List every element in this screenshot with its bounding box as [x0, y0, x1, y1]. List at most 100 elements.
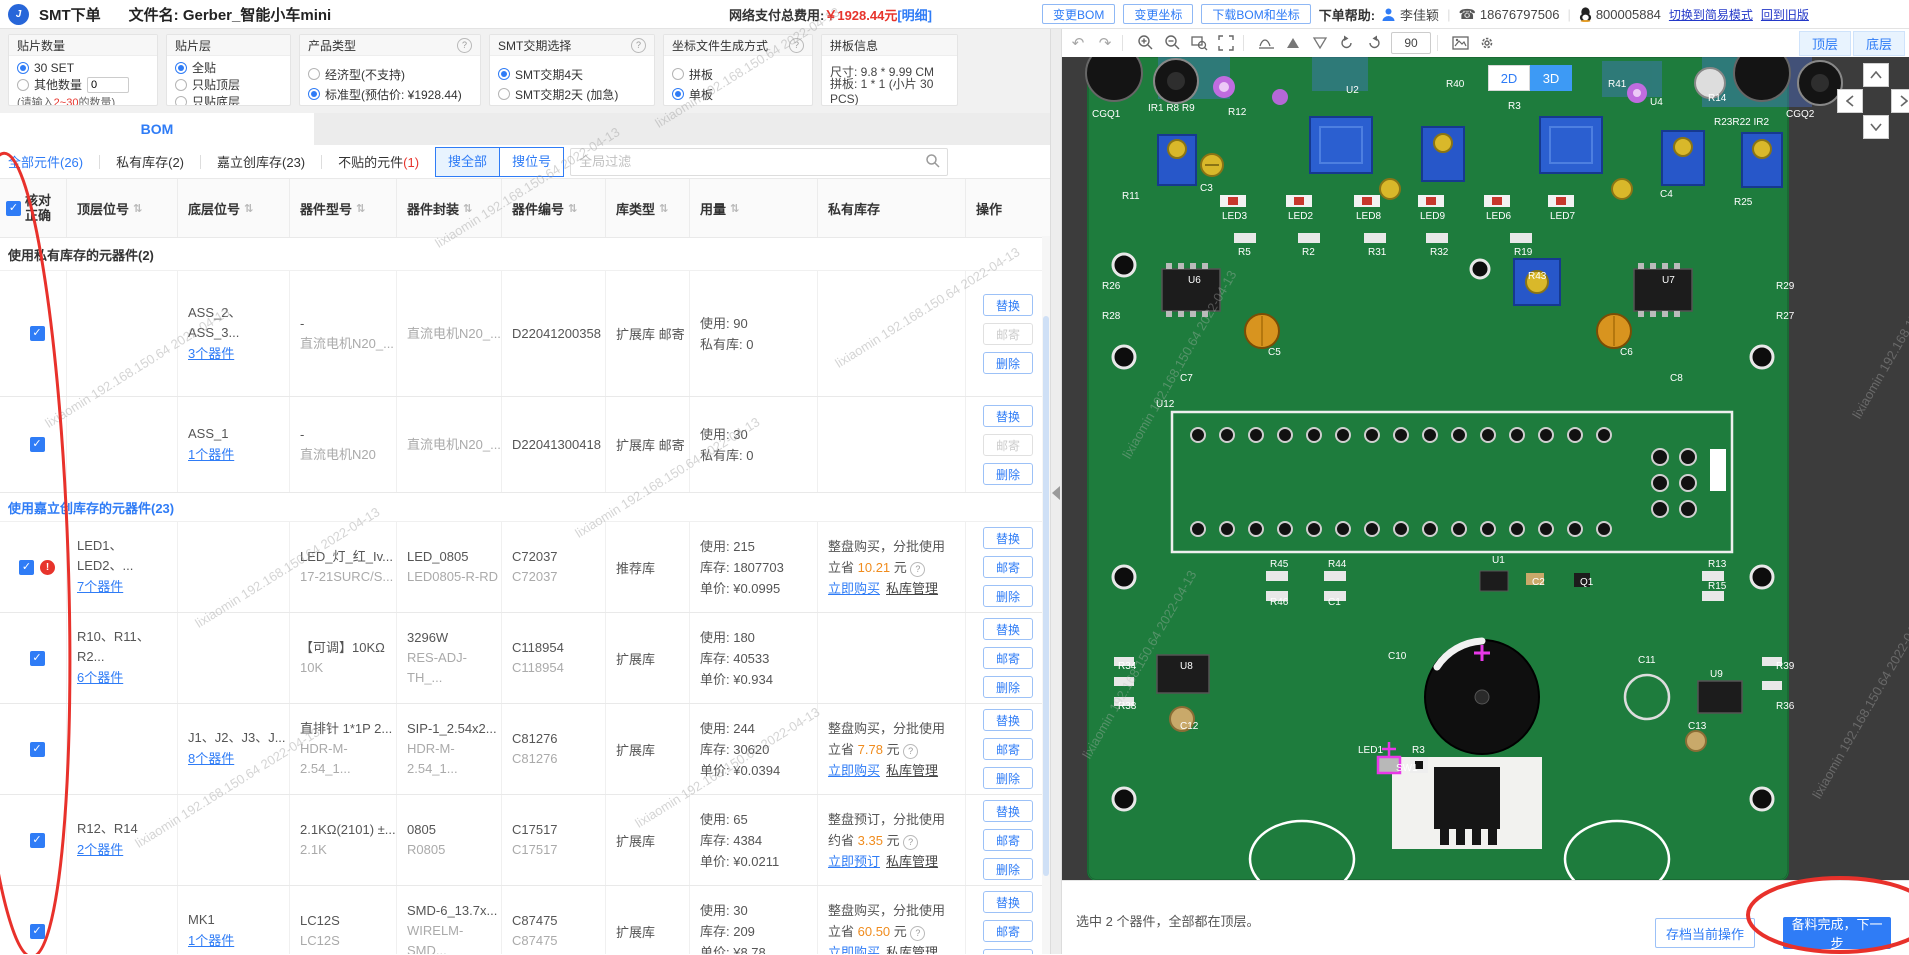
zoom-window-icon[interactable]: [1188, 32, 1210, 54]
mail-button[interactable]: 邮寄: [983, 434, 1033, 456]
layer-bottom-option[interactable]: 只贴底层: [175, 93, 282, 106]
buy-now-link[interactable]: 立即购买: [828, 581, 880, 596]
radio-on-icon[interactable]: [498, 68, 510, 80]
row-checkbox[interactable]: ✓: [30, 742, 45, 757]
redo-icon[interactable]: ↷: [1094, 32, 1116, 54]
collapse-panel-handle[interactable]: [1052, 486, 1060, 500]
radio-on-icon[interactable]: [672, 88, 684, 100]
mail-button[interactable]: 邮寄: [983, 323, 1033, 345]
delete-button[interactable]: 删除: [983, 352, 1033, 374]
part-count-link[interactable]: 1个器件: [188, 930, 289, 952]
lead-2day-option[interactable]: SMT交期2天 (加急): [498, 84, 646, 104]
help-icon[interactable]: ?: [789, 38, 804, 53]
replace-button[interactable]: 替换: [983, 405, 1033, 427]
pan-up-button[interactable]: [1863, 63, 1889, 87]
row-checkbox[interactable]: ✓: [30, 326, 45, 341]
radio-on-icon[interactable]: [175, 62, 187, 74]
mail-button[interactable]: 邮寄: [983, 647, 1033, 669]
search-refdes-button[interactable]: 搜位号: [500, 147, 564, 177]
row-checkbox[interactable]: ✓: [30, 651, 45, 666]
part-count-link[interactable]: 7个器件: [77, 576, 177, 598]
radio-off-icon[interactable]: [175, 96, 187, 107]
radio-off-icon[interactable]: [308, 68, 320, 80]
radio-off-icon[interactable]: [498, 88, 510, 100]
filter-not-placed[interactable]: 不贴的元件(1): [338, 152, 419, 171]
qty-30set-option[interactable]: 30 SET: [17, 59, 149, 76]
qty-other-option[interactable]: 其他数量: [17, 76, 149, 93]
qty-other-input[interactable]: [87, 77, 129, 93]
header-part-number[interactable]: 器件编号⇅: [502, 179, 606, 237]
search-all-button[interactable]: 搜全部: [435, 147, 500, 177]
buy-now-link[interactable]: 立即购买: [828, 945, 880, 955]
rotate-right-icon[interactable]: [1363, 32, 1385, 54]
toggle-2d-button[interactable]: 2D: [1488, 65, 1530, 91]
replace-button[interactable]: 替换: [983, 527, 1033, 549]
bottom-layer-button[interactable]: 底层: [1853, 31, 1905, 56]
change-bom-button[interactable]: 变更BOM: [1042, 4, 1115, 24]
header-usage[interactable]: 用量⇅: [690, 179, 818, 237]
rotate-angle-input[interactable]: [1391, 32, 1431, 54]
delete-button[interactable]: 删除: [983, 858, 1033, 880]
delete-button[interactable]: 删除: [983, 767, 1033, 789]
replace-button[interactable]: 替换: [983, 891, 1033, 913]
filter-jlc-stock[interactable]: 嘉立创库存(23): [217, 152, 305, 171]
lead-4day-option[interactable]: SMT交期4天: [498, 64, 646, 84]
sw1-switch[interactable]: [1434, 767, 1500, 829]
top-layer-button[interactable]: 顶层: [1799, 31, 1851, 56]
buy-now-link[interactable]: 立即预订: [828, 854, 880, 869]
radio-off-icon[interactable]: [175, 79, 187, 91]
warning-badge[interactable]: !: [40, 560, 55, 575]
header-package[interactable]: 器件封装⇅: [397, 179, 502, 237]
table-scrollbar[interactable]: [1042, 236, 1050, 954]
coord-single-option[interactable]: 单板: [672, 84, 804, 104]
wave-check-icon[interactable]: [1255, 32, 1277, 54]
help-icon[interactable]: ?: [903, 744, 918, 759]
delete-button[interactable]: 删除: [983, 585, 1033, 607]
mail-button[interactable]: 邮寄: [983, 556, 1033, 578]
change-coord-button[interactable]: 变更坐标: [1123, 4, 1193, 24]
settings-gear-icon[interactable]: [1476, 32, 1498, 54]
radio-on-icon[interactable]: [17, 62, 29, 74]
private-lib-manage-link[interactable]: 私库管理: [886, 854, 938, 869]
part-count-link[interactable]: 3个器件: [188, 343, 289, 365]
pcb-3d-view[interactable]: CGQ1IR1 R8 R9R12U2R40R3CGQ3R41U4R14R23R2…: [1062, 57, 1909, 880]
bottom-paste-icon[interactable]: [1309, 32, 1331, 54]
row-checkbox[interactable]: ✓: [19, 560, 34, 575]
mail-button[interactable]: 邮寄: [983, 920, 1033, 942]
fee-detail-link[interactable]: [明细]: [897, 5, 932, 24]
silkscreen-image-icon[interactable]: [1449, 32, 1471, 54]
help-icon[interactable]: ?: [903, 835, 918, 850]
next-step-button[interactable]: 备料完成，下一步: [1783, 917, 1891, 949]
replace-button[interactable]: 替换: [983, 800, 1033, 822]
part-count-link[interactable]: 1个器件: [188, 444, 289, 466]
buzzer[interactable]: [1425, 640, 1539, 754]
undo-icon[interactable]: ↶: [1067, 32, 1089, 54]
help-icon[interactable]: ?: [910, 562, 925, 577]
help-icon[interactable]: ?: [457, 38, 472, 53]
pan-left-button[interactable]: [1837, 89, 1863, 113]
global-filter-input[interactable]: [570, 148, 948, 176]
radio-off-icon[interactable]: [17, 79, 29, 91]
help-icon[interactable]: ?: [631, 38, 646, 53]
filter-all-parts[interactable]: 全部元件(26): [8, 152, 83, 171]
part-count-link[interactable]: 8个器件: [188, 748, 289, 770]
delete-button[interactable]: 删除: [983, 949, 1033, 954]
ptype-economy-option[interactable]: 经济型(不支持): [308, 64, 472, 84]
radio-off-icon[interactable]: [672, 68, 684, 80]
mail-button[interactable]: 邮寄: [983, 829, 1033, 851]
buy-now-link[interactable]: 立即购买: [828, 763, 880, 778]
private-lib-manage-link[interactable]: 私库管理: [886, 763, 938, 778]
back-old-version-link[interactable]: 回到旧版: [1761, 6, 1809, 23]
coord-panel-option[interactable]: 拼板: [672, 64, 804, 84]
zoom-in-icon[interactable]: [1134, 32, 1156, 54]
header-lib-type[interactable]: 库类型⇅: [606, 179, 690, 237]
pcb-canvas[interactable]: 2D 3D: [1062, 57, 1909, 880]
mail-button[interactable]: 邮寄: [983, 738, 1033, 760]
pan-down-button[interactable]: [1863, 115, 1889, 139]
private-lib-manage-link[interactable]: 私库管理: [886, 945, 938, 955]
radio-on-icon[interactable]: [308, 88, 320, 100]
switch-simple-mode-link[interactable]: 切换到简易模式: [1669, 6, 1753, 23]
part-count-link[interactable]: 2个器件: [77, 839, 177, 861]
zoom-fit-icon[interactable]: [1215, 32, 1237, 54]
layer-all-option[interactable]: 全贴: [175, 59, 282, 76]
